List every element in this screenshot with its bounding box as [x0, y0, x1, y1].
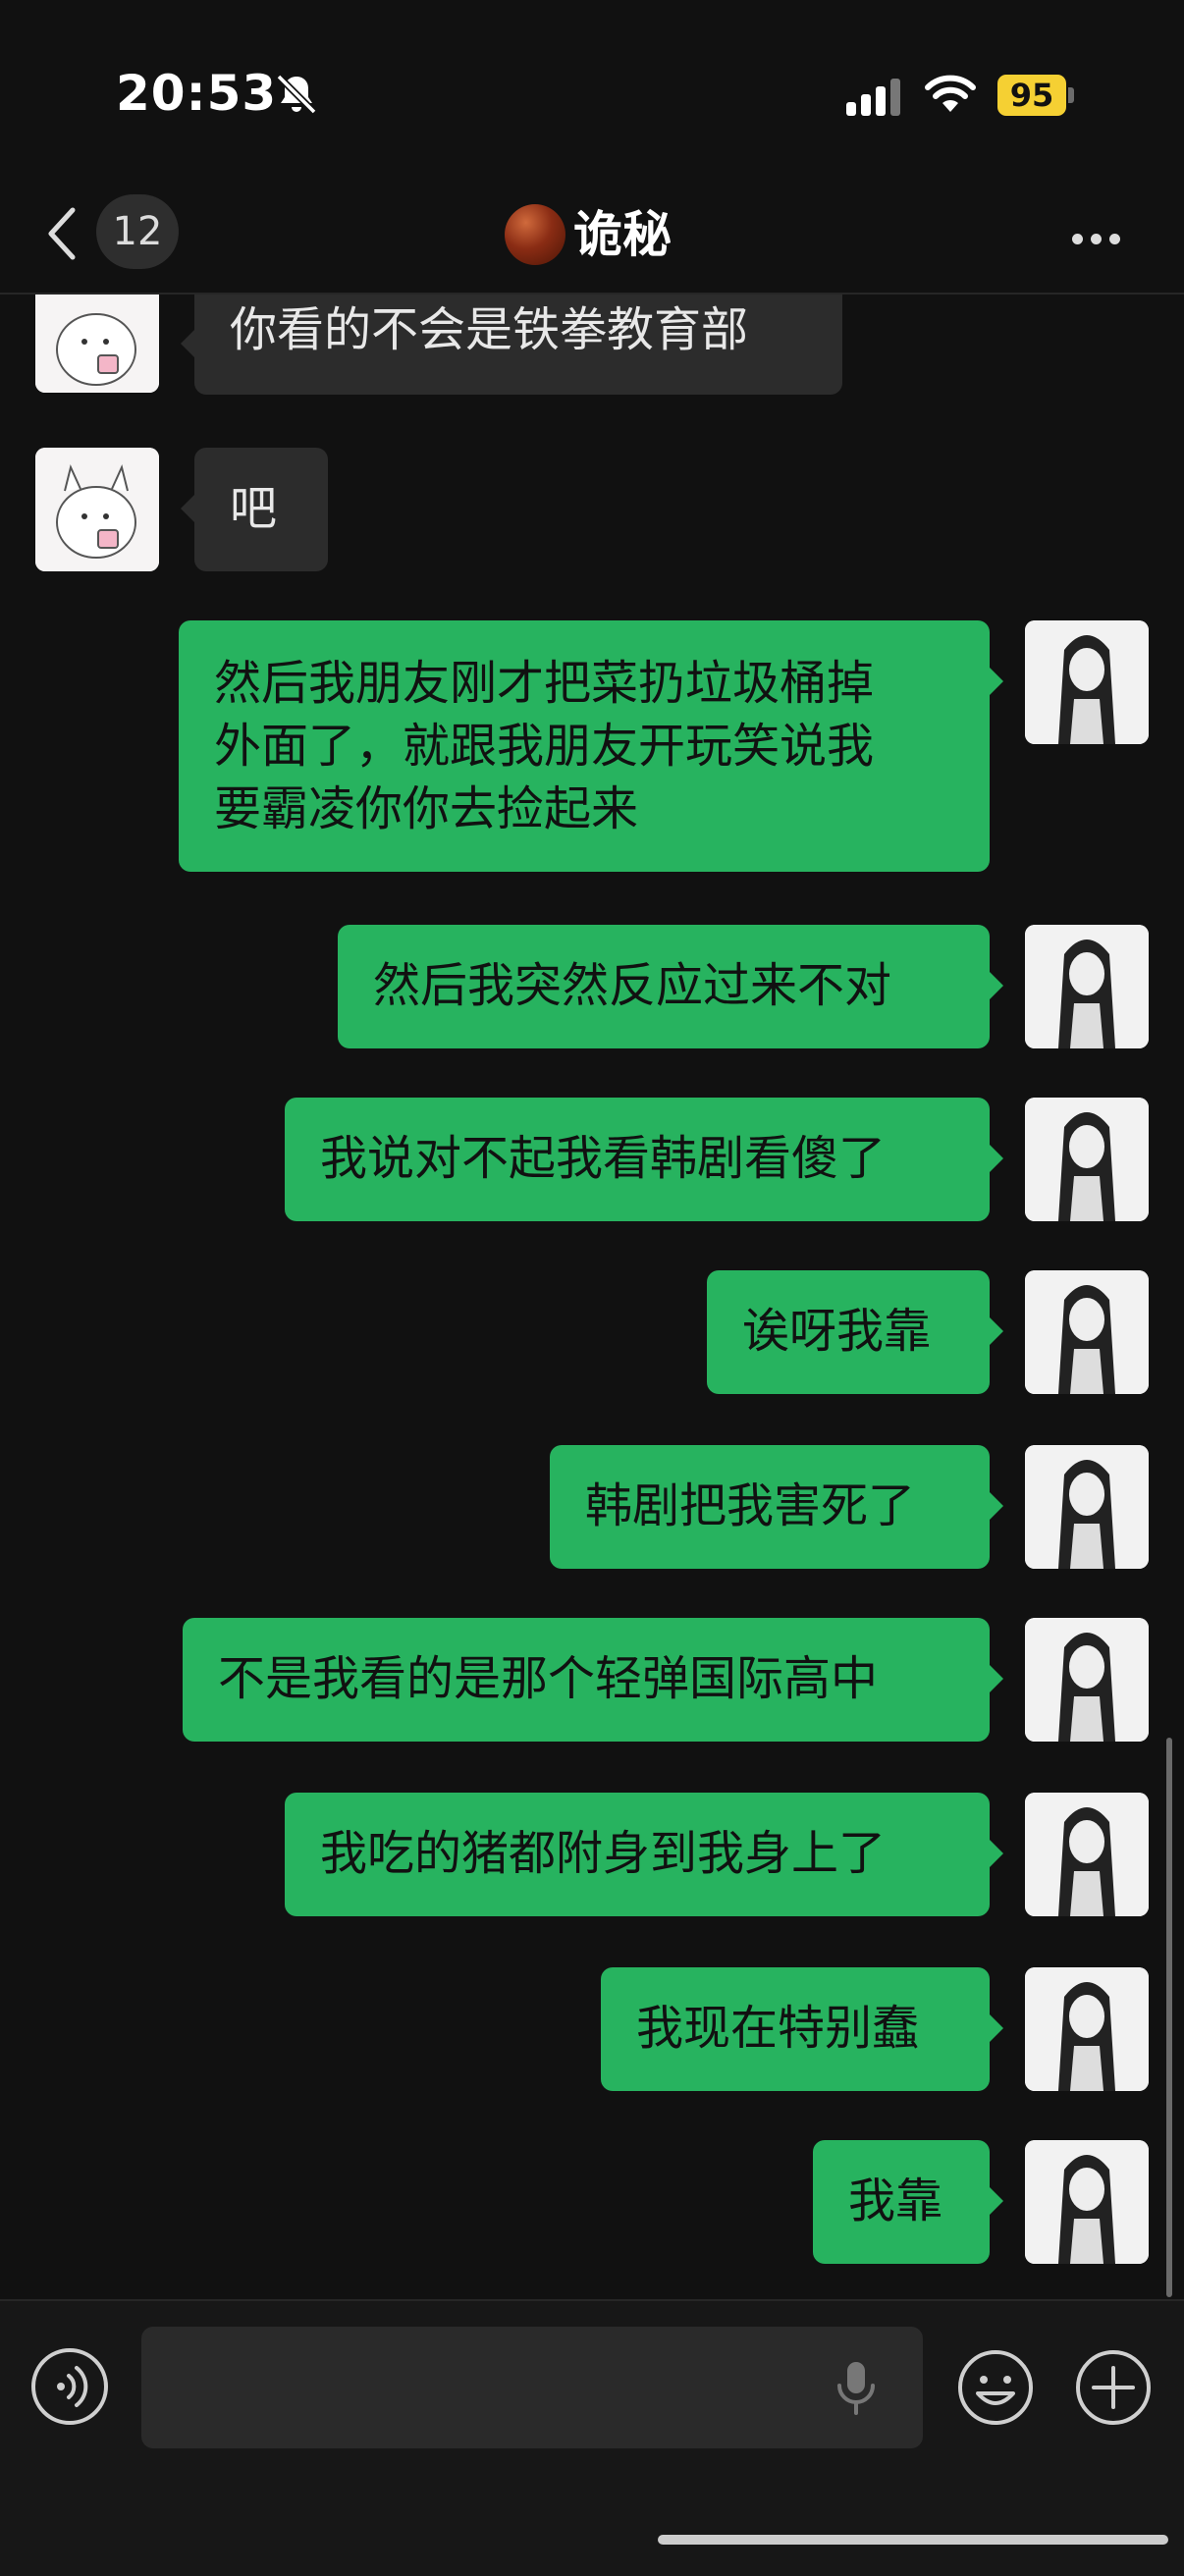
user-avatar[interactable] [1025, 1270, 1149, 1394]
plus-icon[interactable] [1074, 2348, 1153, 2427]
bubble-tail [990, 1840, 1003, 1867]
scrollbar[interactable] [1166, 1738, 1172, 2297]
message-bubble[interactable]: 你看的不会是铁拳教育部 [194, 295, 842, 395]
user-avatar[interactable] [1025, 2140, 1149, 2264]
message-text: 不是我看的是那个轻弹国际高中 [218, 1651, 879, 1706]
cellular-signal-icon [846, 79, 900, 116]
voice-mode-icon [57, 2366, 88, 2407]
bubble-tail [990, 1665, 1003, 1692]
message-text: 我现在特别蠢 [636, 2001, 920, 2056]
battery-level: 95 [997, 75, 1066, 116]
user-avatar[interactable] [1025, 620, 1149, 744]
message-bubble[interactable]: 诶呀我靠 [707, 1270, 990, 1394]
contact-avatar[interactable] [35, 448, 159, 571]
message-bubble[interactable]: 然后我朋友刚才把菜扔垃圾桶掉 外面了，就跟我朋友开玩笑说我 要霸凌你你去捡起来 [179, 620, 990, 872]
message-bubble[interactable]: 韩剧把我害死了 [550, 1445, 990, 1569]
user-avatar[interactable] [1025, 1618, 1149, 1742]
status-bar: 20:53 95 [0, 0, 1184, 187]
chestnut-emoji-icon [505, 204, 565, 265]
message-text: 我吃的猪都附身到我身上了 [320, 1826, 887, 1881]
user-avatar[interactable] [1025, 1098, 1149, 1221]
bubble-tail [181, 330, 194, 357]
home-indicator [658, 2535, 1168, 2545]
message-text: 我靠 [848, 2174, 943, 2228]
message-list[interactable]: 你看的不会是铁拳教育部 吧 然后我朋友刚才把菜扔垃圾桶掉 外面了，就跟我朋友开玩… [0, 295, 1184, 2299]
chat-title-text: 诡秘 [573, 206, 672, 263]
bubble-tail [990, 1145, 1003, 1172]
user-avatar[interactable] [1025, 1793, 1149, 1916]
emoji-icon[interactable] [956, 2348, 1035, 2427]
user-avatar[interactable] [1025, 1967, 1149, 2091]
message-text: 吧 [230, 481, 278, 536]
battery-nub [1068, 87, 1074, 103]
message-text: 韩剧把我害死了 [585, 1478, 916, 1533]
more-dots-icon[interactable] [1072, 230, 1129, 244]
microphone-icon[interactable] [834, 2360, 878, 2415]
message-text: 然后我突然反应过来不对 [373, 958, 892, 1013]
message-bubble[interactable]: 不是我看的是那个轻弹国际高中 [183, 1618, 990, 1742]
bubble-tail [990, 1317, 1003, 1345]
message-bubble[interactable]: 我吃的猪都附身到我身上了 [285, 1793, 990, 1916]
message-bubble[interactable]: 吧 [194, 448, 328, 571]
user-avatar[interactable] [1025, 925, 1149, 1048]
chat-header: 12 诡秘 [0, 187, 1184, 293]
message-text: 诶呀我靠 [742, 1304, 932, 1359]
bell-slash-icon [276, 74, 317, 115]
bubble-tail [990, 2014, 1003, 2042]
message-bubble[interactable]: 我说对不起我看韩剧看傻了 [285, 1098, 990, 1221]
bubble-tail [990, 972, 1003, 999]
bubble-tail [990, 1492, 1003, 1520]
bubble-tail [990, 668, 1003, 695]
contact-avatar[interactable] [35, 295, 159, 393]
message-input[interactable] [141, 2327, 923, 2448]
unread-count-badge[interactable]: 12 [96, 194, 179, 269]
message-bubble[interactable]: 然后我突然反应过来不对 [338, 925, 990, 1048]
status-time: 20:53 [116, 65, 278, 122]
message-text: 我说对不起我看韩剧看傻了 [320, 1131, 887, 1186]
chevron-left-icon[interactable] [43, 204, 82, 263]
bubble-tail [990, 2187, 1003, 2215]
bubble-tail [181, 495, 194, 522]
wifi-icon [925, 75, 976, 112]
message-text: 你看的不会是铁拳教育部 [230, 302, 749, 357]
voice-mode-button[interactable] [31, 2348, 108, 2425]
battery-indicator: 95 [997, 75, 1074, 116]
user-avatar[interactable] [1025, 1445, 1149, 1569]
message-text: 然后我朋友刚才把菜扔垃圾桶掉 外面了，就跟我朋友开玩笑说我 要霸凌你你去捡起来 [214, 656, 875, 836]
message-bubble[interactable]: 我靠 [813, 2140, 990, 2264]
input-bar [0, 2299, 1184, 2576]
message-bubble[interactable]: 我现在特别蠢 [601, 1967, 990, 2091]
